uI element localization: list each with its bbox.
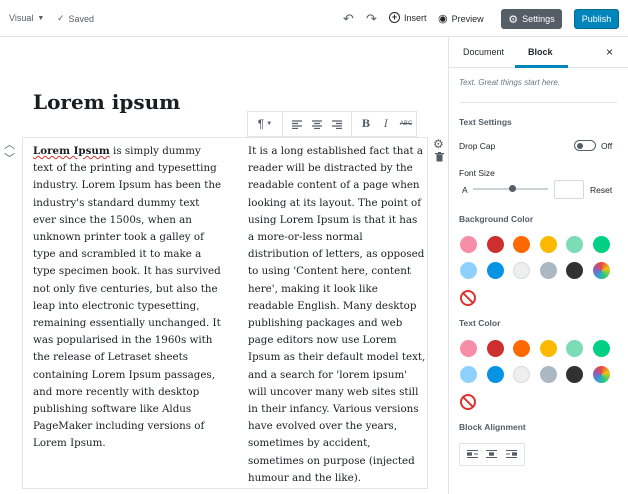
text-color-swatch[interactable] bbox=[566, 366, 583, 383]
background-color-swatch[interactable] bbox=[486, 236, 504, 253]
align-block-right-icon[interactable] bbox=[503, 449, 519, 460]
column-left[interactable]: Lorem Ipsum is simply dummy text of the … bbox=[33, 143, 223, 453]
editor-header: Visual ▼ ✓ Saved ↶ ↷ + Insert ◉ Preview … bbox=[0, 0, 628, 37]
reset-button[interactable]: Reset bbox=[590, 185, 612, 195]
trash-icon[interactable] bbox=[435, 152, 444, 165]
text-color-swatch[interactable] bbox=[486, 340, 504, 357]
align-block-center-icon[interactable] bbox=[484, 449, 500, 460]
align-block-left-icon[interactable] bbox=[465, 449, 481, 460]
text-color-swatch[interactable] bbox=[460, 340, 477, 357]
column-left-text: Lorem Ipsum is simply dummy text of the … bbox=[33, 143, 223, 453]
background-color-swatch[interactable] bbox=[566, 262, 583, 279]
close-icon[interactable]: × bbox=[606, 45, 613, 59]
align-left-icon[interactable] bbox=[287, 114, 307, 134]
background-color-custom-color-picker[interactable] bbox=[592, 262, 610, 279]
caret-down-icon: ▼ bbox=[37, 14, 45, 22]
text-columns-block[interactable]: Lorem Ipsum is simply dummy text of the … bbox=[22, 137, 428, 489]
align-right-icon[interactable] bbox=[327, 114, 347, 134]
clear-text-color-icon[interactable] bbox=[460, 394, 476, 410]
mode-switcher[interactable]: Visual ▼ bbox=[9, 13, 44, 23]
background-color-swatch[interactable] bbox=[513, 236, 530, 253]
active-tab-indicator bbox=[515, 65, 568, 68]
mode-label: Visual bbox=[9, 13, 34, 23]
chevron-down-icon[interactable]: ﹀ bbox=[4, 150, 15, 166]
column-right-text: It is a long established fact that a rea… bbox=[248, 145, 426, 484]
post-title[interactable]: Lorem ipsum bbox=[33, 90, 180, 114]
block-toolbar: ¶ ▼ B I ABC bbox=[247, 111, 417, 137]
preview-label: Preview bbox=[451, 13, 484, 24]
block-type-group: ¶ ▼ bbox=[248, 112, 283, 136]
saved-status: ✓ Saved bbox=[57, 13, 94, 24]
text-color-swatch[interactable] bbox=[592, 340, 610, 357]
background-color-swatch[interactable] bbox=[460, 262, 477, 279]
block-description: Text. Great things start here. bbox=[459, 78, 561, 87]
background-color-swatch[interactable] bbox=[513, 262, 530, 279]
divider bbox=[459, 102, 617, 103]
insert-label: Insert bbox=[404, 12, 427, 23]
publish-button[interactable]: Publish bbox=[574, 9, 619, 29]
background-color-title[interactable]: Background Color bbox=[459, 214, 533, 224]
block-settings-gear-icon[interactable]: ⚙ bbox=[433, 137, 444, 151]
block-alignment-toolbar bbox=[459, 443, 525, 466]
text-color-swatch[interactable] bbox=[539, 340, 557, 357]
strikethrough-button[interactable]: ABC bbox=[396, 114, 416, 134]
background-color-swatch[interactable] bbox=[460, 236, 477, 253]
background-color-swatch[interactable] bbox=[566, 236, 583, 253]
toggle-knob bbox=[577, 142, 583, 149]
text-color-swatch[interactable] bbox=[513, 340, 530, 357]
settings-label: Settings bbox=[522, 14, 555, 24]
redo-icon[interactable]: ↷ bbox=[366, 11, 377, 27]
settings-sidebar: Document Block × Text. Great things star… bbox=[448, 37, 628, 494]
block-alignment-title: Block Alignment bbox=[459, 422, 526, 432]
align-center-icon[interactable] bbox=[307, 114, 327, 134]
text-settings-title[interactable]: Text Settings bbox=[459, 117, 512, 127]
drop-cap-label: Drop Cap bbox=[459, 141, 496, 151]
column-left-body: is simply dummy text of the printing and… bbox=[33, 145, 222, 450]
format-group: B I ABC bbox=[352, 112, 420, 136]
text-color-swatch[interactable] bbox=[539, 366, 557, 383]
tab-block[interactable]: Block bbox=[528, 47, 553, 57]
publish-label: Publish bbox=[581, 14, 612, 24]
eye-icon: ◉ bbox=[438, 13, 448, 25]
text-color-swatch[interactable] bbox=[513, 366, 530, 383]
font-size-input[interactable] bbox=[554, 180, 584, 199]
drop-cap-toggle[interactable] bbox=[574, 140, 596, 151]
preview-button[interactable]: ◉ Preview bbox=[438, 12, 484, 25]
paragraph-icon[interactable]: ¶ ▼ bbox=[252, 114, 278, 134]
bold-button[interactable]: B bbox=[356, 114, 376, 134]
text-color-swatch[interactable] bbox=[486, 366, 504, 383]
lead-phrase: Lorem Ipsum bbox=[33, 145, 110, 157]
column-right[interactable]: It is a long established fact that a rea… bbox=[248, 143, 426, 487]
drop-cap-state: Off bbox=[601, 141, 613, 151]
text-color-swatch[interactable] bbox=[460, 366, 477, 383]
text-color-custom-color-picker[interactable] bbox=[592, 366, 610, 383]
font-size-glyph: A bbox=[462, 185, 468, 195]
tab-document[interactable]: Document bbox=[463, 47, 504, 57]
undo-icon[interactable]: ↶ bbox=[343, 11, 354, 27]
alignment-group bbox=[283, 112, 352, 136]
font-size-label: Font Size bbox=[459, 168, 495, 178]
background-color-swatch[interactable] bbox=[539, 236, 557, 253]
saved-label: Saved bbox=[68, 13, 95, 24]
insert-button[interactable]: + Insert bbox=[389, 12, 427, 23]
text-color-title[interactable]: Text Color bbox=[459, 318, 500, 328]
background-color-swatch[interactable] bbox=[486, 262, 504, 279]
checkmark-icon: ✓ bbox=[57, 13, 65, 23]
background-color-swatch[interactable] bbox=[592, 236, 610, 253]
background-color-swatch[interactable] bbox=[539, 262, 557, 279]
italic-button[interactable]: I bbox=[376, 114, 396, 134]
gear-icon: ⚙ bbox=[508, 13, 519, 26]
plus-circle-icon: + bbox=[389, 12, 400, 23]
settings-button[interactable]: ⚙ Settings bbox=[501, 9, 562, 29]
clear-background-color-icon[interactable] bbox=[460, 290, 476, 306]
font-size-slider-handle[interactable] bbox=[509, 185, 516, 192]
text-color-swatch[interactable] bbox=[566, 340, 583, 357]
sidebar-tabs: Document Block × bbox=[449, 37, 628, 68]
